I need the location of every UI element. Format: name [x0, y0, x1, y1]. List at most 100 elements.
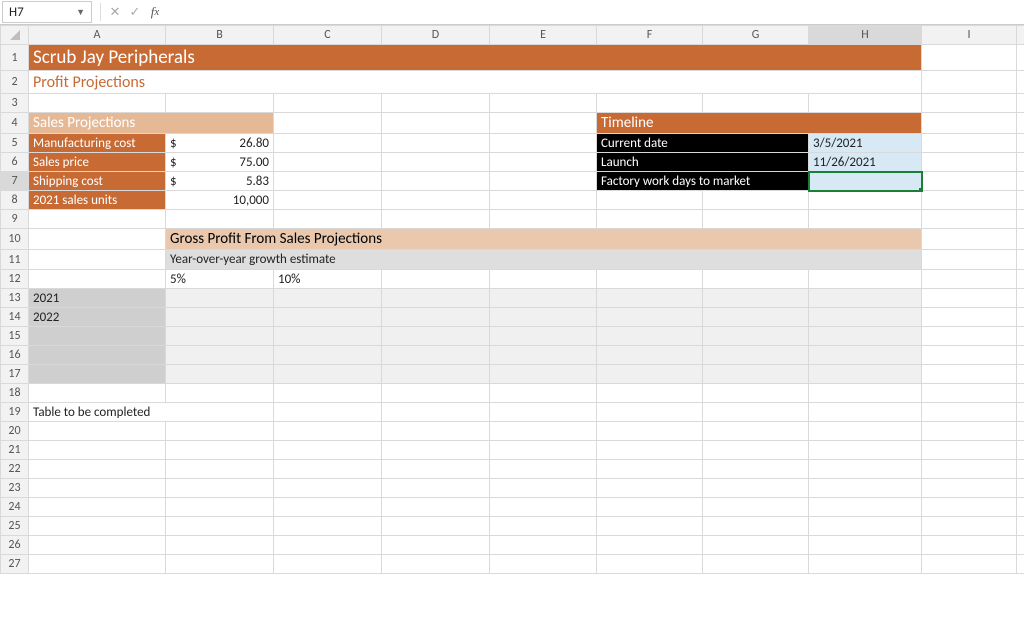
cell-J1[interactable] — [1017, 45, 1024, 71]
cell-D20[interactable] — [382, 422, 490, 441]
cell-H13[interactable] — [809, 289, 922, 308]
cell-A19[interactable]: Table to be completed — [29, 403, 274, 422]
cell-D7[interactable] — [382, 172, 490, 191]
cell-A13[interactable]: 2021 — [29, 289, 166, 308]
cell-C17[interactable] — [274, 365, 382, 384]
cell-A18[interactable] — [29, 384, 166, 403]
cell-F16[interactable] — [597, 346, 703, 365]
cell-G12[interactable] — [703, 270, 809, 289]
cell-G18[interactable] — [703, 384, 809, 403]
cell-J9[interactable] — [1017, 210, 1024, 229]
cell-A5[interactable]: Manufacturing cost — [29, 134, 166, 153]
cell-G13[interactable] — [703, 289, 809, 308]
cell-I19[interactable] — [922, 403, 1017, 422]
cell-E3[interactable] — [490, 94, 597, 113]
cell-C9[interactable] — [274, 210, 382, 229]
cell-I5[interactable] — [922, 134, 1017, 153]
cell-D18[interactable] — [382, 384, 490, 403]
cell-C20[interactable] — [274, 422, 382, 441]
cell-J23[interactable] — [1017, 479, 1024, 498]
cell-D13[interactable] — [382, 289, 490, 308]
cell-B24[interactable] — [166, 498, 274, 517]
cell-E13[interactable] — [490, 289, 597, 308]
cell-H12[interactable] — [809, 270, 922, 289]
fx-icon[interactable]: fx — [145, 2, 165, 22]
cell-I18[interactable] — [922, 384, 1017, 403]
row-header-12[interactable]: 12 — [1, 270, 29, 289]
cell-A11[interactable] — [29, 250, 166, 270]
row-header-24[interactable]: 24 — [1, 498, 29, 517]
cell-C8[interactable] — [274, 191, 382, 210]
cell-G20[interactable] — [703, 422, 809, 441]
cell-C15[interactable] — [274, 327, 382, 346]
cell-B21[interactable] — [166, 441, 274, 460]
cell-E21[interactable] — [490, 441, 597, 460]
cell-C19[interactable] — [274, 403, 382, 422]
col-header-G[interactable]: G — [703, 26, 809, 45]
cell-E5[interactable] — [490, 134, 597, 153]
cell-E23[interactable] — [490, 479, 597, 498]
cell-F17[interactable] — [597, 365, 703, 384]
cell-H27[interactable] — [809, 555, 922, 574]
cell-E12[interactable] — [490, 270, 597, 289]
cell-I16[interactable] — [922, 346, 1017, 365]
cell-I2[interactable] — [922, 71, 1017, 94]
cell-G8[interactable] — [703, 191, 809, 210]
cell-J3[interactable] — [1017, 94, 1024, 113]
cell-F27[interactable] — [597, 555, 703, 574]
cell-J24[interactable] — [1017, 498, 1024, 517]
cell-B13[interactable] — [166, 289, 274, 308]
cell-F12[interactable] — [597, 270, 703, 289]
cell-D9[interactable] — [382, 210, 490, 229]
cell-H6[interactable]: 11/26/2021 — [809, 153, 922, 172]
spreadsheet-grid[interactable]: A B C D E F G H I J 1Scrub Jay Periphera… — [0, 25, 1024, 574]
cell-C7[interactable] — [274, 172, 382, 191]
cell-I26[interactable] — [922, 536, 1017, 555]
cell-C24[interactable] — [274, 498, 382, 517]
cell-B11[interactable]: Year-over-year growth estimate — [166, 250, 922, 270]
cell-H3[interactable] — [809, 94, 922, 113]
cell-G14[interactable] — [703, 308, 809, 327]
cell-J20[interactable] — [1017, 422, 1024, 441]
cell-D23[interactable] — [382, 479, 490, 498]
cell-B17[interactable] — [166, 365, 274, 384]
cell-B8[interactable]: 10,000 — [166, 191, 274, 210]
cell-A26[interactable] — [29, 536, 166, 555]
cell-H8[interactable] — [809, 191, 922, 210]
cell-H14[interactable] — [809, 308, 922, 327]
cell-C26[interactable] — [274, 536, 382, 555]
cell-C6[interactable] — [274, 153, 382, 172]
cell-C3[interactable] — [274, 94, 382, 113]
cell-I1[interactable] — [922, 45, 1017, 71]
cell-E20[interactable] — [490, 422, 597, 441]
cell-A22[interactable] — [29, 460, 166, 479]
row-header-16[interactable]: 16 — [1, 346, 29, 365]
cell-F22[interactable] — [597, 460, 703, 479]
cell-I24[interactable] — [922, 498, 1017, 517]
cell-F21[interactable] — [597, 441, 703, 460]
cell-J11[interactable] — [1017, 250, 1024, 270]
cell-B3[interactable] — [166, 94, 274, 113]
cell-B27[interactable] — [166, 555, 274, 574]
cell-G24[interactable] — [703, 498, 809, 517]
cell-F15[interactable] — [597, 327, 703, 346]
cell-D14[interactable] — [382, 308, 490, 327]
cell-J21[interactable] — [1017, 441, 1024, 460]
cell-E24[interactable] — [490, 498, 597, 517]
cell-F4[interactable]: Timeline — [597, 113, 922, 134]
cell-J5[interactable] — [1017, 134, 1024, 153]
row-header-14[interactable]: 14 — [1, 308, 29, 327]
cell-H16[interactable] — [809, 346, 922, 365]
cell-D4[interactable] — [382, 113, 490, 134]
row-header-23[interactable]: 23 — [1, 479, 29, 498]
row-header-1[interactable]: 1 — [1, 45, 29, 71]
cell-E4[interactable] — [490, 113, 597, 134]
row-header-19[interactable]: 19 — [1, 403, 29, 422]
cell-A20[interactable] — [29, 422, 166, 441]
col-header-B[interactable]: B — [166, 26, 274, 45]
cell-J26[interactable] — [1017, 536, 1024, 555]
cell-H20[interactable] — [809, 422, 922, 441]
cell-E8[interactable] — [490, 191, 597, 210]
cell-A27[interactable] — [29, 555, 166, 574]
row-header-3[interactable]: 3 — [1, 94, 29, 113]
